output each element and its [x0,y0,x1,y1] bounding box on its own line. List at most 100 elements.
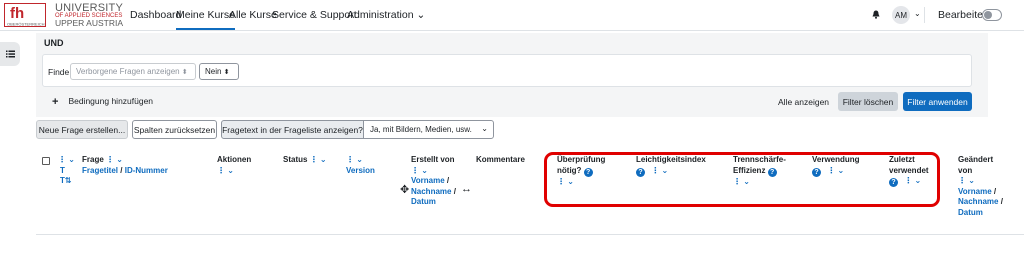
col-type-header: ⋮ ⌄ T T⇅ [58,155,75,187]
reset-columns-button[interactable]: Spalten zurücksetzen [132,120,217,139]
sort-version-link[interactable]: Version [346,166,375,177]
logo-line-1: UNIVERSITY [55,2,124,14]
show-text-value: Ja, mit Bildern, Medien, usw. [370,125,472,134]
bell-icon[interactable] [872,10,880,19]
separator: / [1000,197,1003,206]
col-discrimination-header: Trennschärfe- Effizienz ? ⋮ ⌄ [733,155,786,187]
col-modified-by-header: Geändert von ⋮ ⌄ Vorname / Nachname / Da… [958,155,1003,218]
col-discrimination-title: Trennschärfe- [733,155,786,164]
col-comments-header: Kommentare [476,155,525,166]
nav-service-support[interactable]: Service & Support [272,9,357,21]
sort-firstname-link[interactable]: Vorname [958,187,992,196]
add-condition-button[interactable]: + Bedingung hinzufügen [52,96,153,108]
filter-join-label: UND [44,38,64,48]
apply-filter-button[interactable]: Filter anwenden [903,92,972,111]
col-type-sort[interactable]: T [60,166,65,175]
col-needs-checking-header: Überprüfung nötig? ? ⋮ ⌄ [557,155,605,187]
select-arrows-icon: ⬍ [181,69,188,76]
col-usage-title: Verwendung [812,155,860,164]
move-icon[interactable]: ✥ [400,183,409,196]
column-menu-icon[interactable]: ⋮ ⌄ [733,177,750,186]
new-question-button[interactable]: Neue Frage erstellen... [36,120,128,139]
column-menu-icon[interactable]: ⋮ ⌄ [557,177,574,186]
col-last-used-title-2: verwendet [889,165,929,175]
top-navbar: fh OBERÖSTERREICH UNIVERSITY OF APPLIED … [0,0,1024,31]
col-status-header: Status ⋮ ⌄ [283,155,327,166]
sort-firstname-link[interactable]: Vorname [411,176,445,185]
col-facility-index-title: Leichtigkeitsindex [636,155,706,164]
fh-logo[interactable]: fh OBERÖSTERREICH [4,3,46,27]
condition-value-select[interactable]: Nein ⬍ [199,63,239,80]
separator: / [120,165,123,175]
col-discrimination-title-2: Effizienz [733,165,766,175]
col-comments-title: Kommentare [476,155,525,164]
nav-dashboard[interactable]: Dashboard [130,9,181,21]
col-status-title: Status [283,155,308,164]
help-icon[interactable]: ? [583,167,593,177]
col-last-used-title: Zuletzt [889,155,915,164]
col-last-used-header: Zuletzt verwendet ? ⋮ ⌄ [889,155,929,187]
select-all-checkbox[interactable] [42,157,50,165]
logo-wordmark: UNIVERSITY OF APPLIED SCIENCES UPPER AUS… [55,2,124,28]
column-menu-icon[interactable]: ⋮ ⌄ [904,176,921,185]
show-text-label: Fragetext in der Frageliste anzeigen? [221,120,364,139]
col-usage-header: Verwendung ? ⋮ ⌄ [812,155,860,177]
separator: / [446,176,450,185]
sort-date-link[interactable]: Datum [958,208,1003,219]
condition-label: Finde [48,67,70,77]
sort-lastname-link[interactable]: Nachname [958,197,998,206]
edit-mode-toggle[interactable] [982,9,1002,21]
select-arrows-icon: ⬍ [223,69,230,76]
sort-lastname-link[interactable]: Nachname [411,187,451,196]
col-actions-header: Aktionen ⋮ ⌄ [217,155,251,176]
chevron-down-icon[interactable]: ⌄ [914,9,921,18]
nav-alle-kurse[interactable]: Alle Kurse [229,9,277,21]
plus-icon: + [52,96,59,108]
sort-question-title-link[interactable]: Fragetitel [82,166,118,175]
avatar[interactable]: AM [892,6,910,24]
column-menu-icon[interactable]: ⋮ ⌄ [106,155,123,164]
col-facility-index-header: Leichtigkeitsindex ? ⋮ ⌄ [636,155,706,177]
condition-type-select[interactable]: Verborgene Fragen anzeigen ⬍ [70,63,196,80]
separator: / [993,186,997,196]
column-menu-icon[interactable]: ⋮ ⌄ [217,166,234,175]
col-modified-by-title-2: von [958,165,973,175]
col-created-by-title: Erstellt von [411,155,455,164]
sort-date-link[interactable]: Datum [411,197,456,208]
svg-text:OBERÖSTERREICH: OBERÖSTERREICH [7,22,45,27]
column-menu-icon[interactable]: ⋮ ⌄ [346,155,363,164]
show-text-select[interactable]: Ja, mit Bildern, Medien, usw. ⌄ [363,120,494,139]
add-condition-label: Bedingung hinzufügen [68,96,154,106]
clear-filter-button[interactable]: Filter löschen [838,92,898,111]
navbar-divider [924,7,925,23]
col-modified-by-title: Geändert [958,155,994,164]
col-actions-title: Aktionen [217,155,252,164]
chevron-down-icon: ⌄ [481,124,488,133]
col-needs-checking-title-2: nötig? [557,165,582,175]
table-header-divider [36,234,1024,235]
logo-line-3: UPPER AUSTRIA [55,18,124,28]
column-menu-icon[interactable]: ⋮ ⌄ [827,166,844,175]
resize-icon[interactable]: ↔ [461,183,472,195]
separator: / [453,186,456,196]
col-type-sort-icon[interactable]: T⇅ [60,176,72,185]
help-icon[interactable]: ? [889,178,898,187]
show-all-link[interactable]: Alle anzeigen [778,97,829,107]
help-icon[interactable]: ? [767,167,777,177]
column-menu-icon[interactable]: ⋮ ⌄ [58,155,75,164]
col-version-header: ⋮ ⌄ Version [346,155,375,176]
condition-value: Nein [205,67,222,76]
help-icon[interactable]: ? [636,167,645,177]
course-index-button[interactable] [0,42,20,66]
svg-text:fh: fh [10,5,24,22]
condition-type-value: Verborgene Fragen anzeigen [76,67,180,76]
column-menu-icon[interactable]: ⋮ ⌄ [651,166,668,175]
nav-meine-kurse[interactable]: Meine Kurse [176,0,235,30]
column-menu-icon[interactable]: ⋮ ⌄ [310,155,327,164]
column-menu-icon[interactable]: ⋮ ⌄ [958,176,975,185]
nav-administration[interactable]: Administration ⌄ [347,9,425,21]
sort-id-number-link[interactable]: ID-Nummer [125,166,168,175]
help-icon[interactable]: ? [812,167,821,177]
column-menu-icon[interactable]: ⋮ ⌄ [411,166,428,175]
col-question-title: Frage [82,155,104,164]
